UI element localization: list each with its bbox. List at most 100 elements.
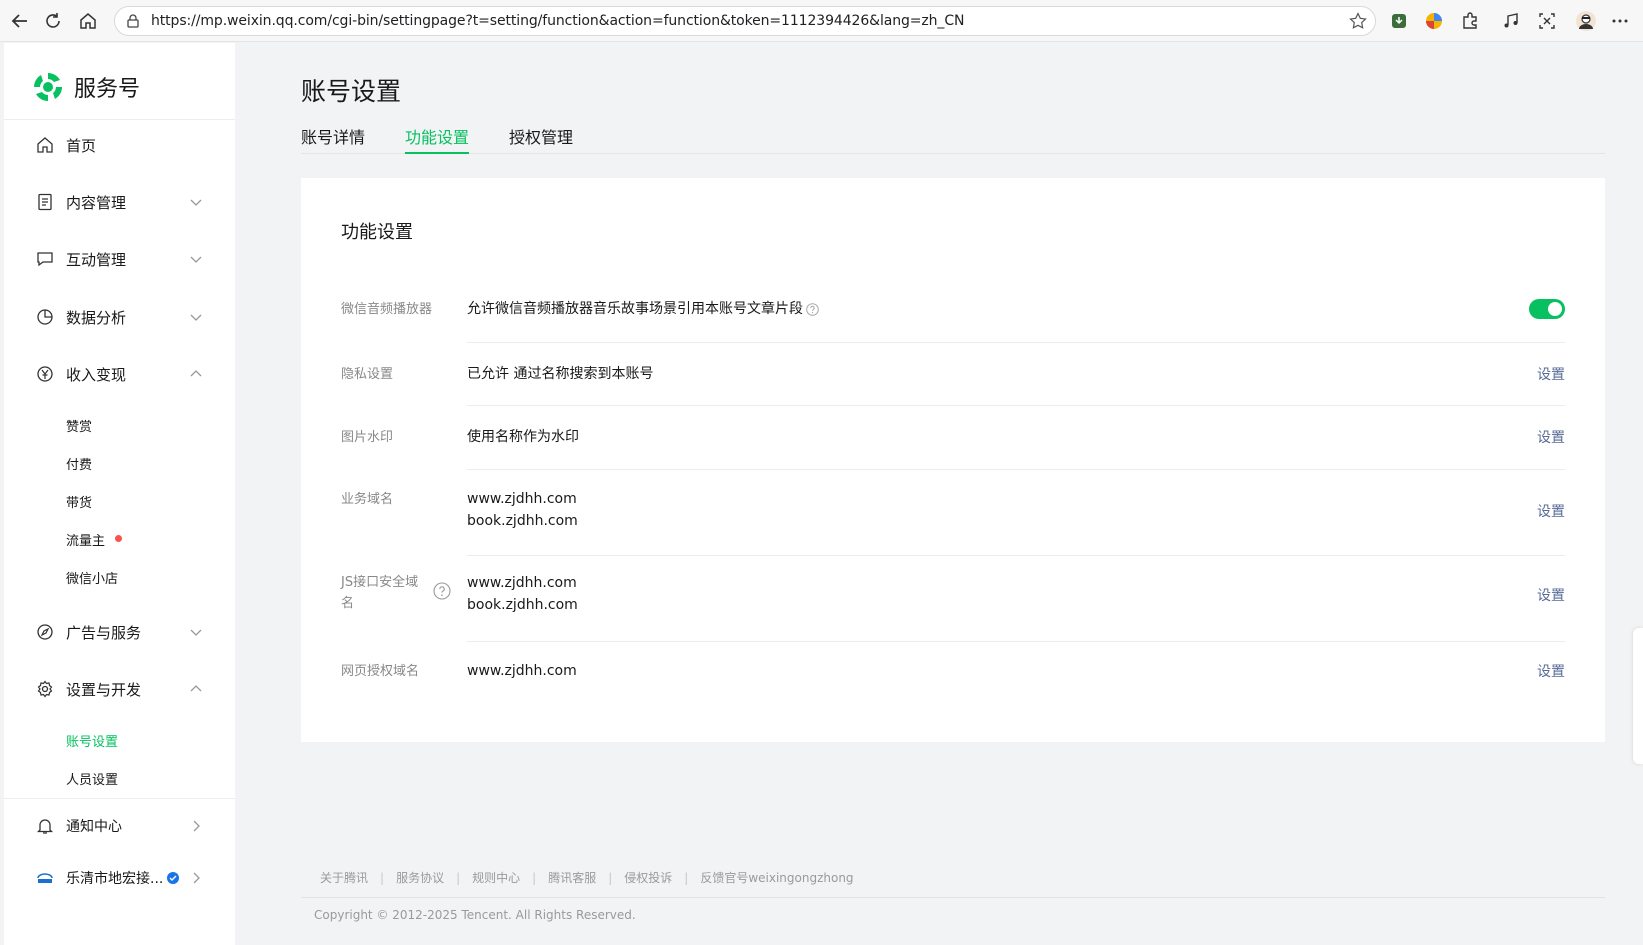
lock-icon[interactable] xyxy=(125,13,141,33)
setting-label: 微信音频播放器 xyxy=(341,302,433,317)
setting-label: 图片水印 xyxy=(341,430,394,445)
account-name: 乐清市地宏接... xyxy=(66,871,164,887)
js-domain-settings-link[interactable]: 设置 xyxy=(1537,585,1565,605)
audio-player-toggle[interactable] xyxy=(1529,299,1565,319)
reload-icon[interactable] xyxy=(41,9,65,33)
chevron-down-icon xyxy=(190,199,202,206)
sidebar-item-label: 内容管理 xyxy=(66,193,127,212)
media-extension-icon[interactable] xyxy=(1499,9,1523,33)
setting-value: 使用名称作为水印 xyxy=(467,429,579,445)
sidebar-item-content[interactable]: 内容管理 xyxy=(4,182,235,222)
help-icon[interactable] xyxy=(806,302,819,316)
browser-toolbar: https://mp.weixin.qq.com/cgi-bin/setting… xyxy=(0,0,1643,42)
sidebar-item-notifications[interactable]: 通知中心 xyxy=(4,806,235,846)
footer-link-agreement[interactable]: 服务协议 xyxy=(396,871,444,885)
sidebar-subitem-traffic-owner[interactable]: 流量主 xyxy=(4,523,235,555)
chevron-down-icon xyxy=(190,629,202,636)
tab-function-settings[interactable]: 功能设置 xyxy=(405,124,470,154)
footer-link-infringement[interactable]: 侵权投诉 xyxy=(624,871,672,885)
chevron-down-icon xyxy=(190,314,202,321)
sidebar-subitem-label: 账号设置 xyxy=(66,734,119,750)
chevron-up-icon xyxy=(190,685,202,692)
home-icon xyxy=(37,137,53,153)
sidebar-subitem-paid[interactable]: 付费 xyxy=(4,447,235,479)
sidebar-item-analytics[interactable]: 数据分析 xyxy=(4,297,235,337)
sidebar-subitem-label: 赞赏 xyxy=(66,419,93,435)
address-bar[interactable]: https://mp.weixin.qq.com/cgi-bin/setting… xyxy=(114,6,1376,36)
copyright: Copyright © 2012-2025 Tencent. All Right… xyxy=(314,908,636,922)
bookmark-star-icon[interactable] xyxy=(1349,12,1367,34)
chevron-down-icon xyxy=(190,256,202,263)
account-logo-icon xyxy=(37,873,53,883)
sidebar-item-settings-dev[interactable]: 设置与开发 xyxy=(4,669,235,709)
sidebar-item-interaction[interactable]: 互动管理 xyxy=(4,239,235,279)
help-icon[interactable] xyxy=(433,582,451,600)
footer-link-support[interactable]: 腾讯客服 xyxy=(548,871,596,885)
notification-dot xyxy=(115,535,122,542)
wechat-service-logo-icon xyxy=(34,73,62,101)
page-title: 账号设置 xyxy=(301,77,402,106)
setting-value-text: 允许微信音频播放器音乐故事场景引用本账号文章片段 xyxy=(467,301,803,317)
tab-authorization[interactable]: 授权管理 xyxy=(509,124,573,154)
sidebar-divider xyxy=(4,119,235,120)
document-icon xyxy=(38,193,52,211)
footer-divider xyxy=(301,897,1605,898)
sidebar-subitem-label: 流量主 xyxy=(66,533,106,549)
setting-row-audio-player: 微信音频播放器 允许微信音频播放器音乐故事场景引用本账号文章片段 xyxy=(341,279,1565,343)
function-settings-card: 功能设置 微信音频播放器 允许微信音频播放器音乐故事场景引用本账号文章片段 隐私… xyxy=(301,178,1605,742)
privacy-settings-link[interactable]: 设置 xyxy=(1537,364,1565,384)
back-icon[interactable] xyxy=(8,9,32,33)
gear-icon xyxy=(37,680,53,698)
setting-row-js-domain: JS接口安全域名 www.zjdhh.com book.zjdhh.com 设置 xyxy=(341,556,1565,642)
pie-chart-icon xyxy=(37,309,53,325)
setting-value: www.zjdhh.com xyxy=(467,663,577,679)
side-float-tab[interactable] xyxy=(1633,628,1643,764)
compass-icon xyxy=(37,624,53,640)
tab-account-details[interactable]: 账号详情 xyxy=(301,124,365,154)
sidebar-item-label: 首页 xyxy=(66,136,97,155)
setting-label: JS接口安全域名 xyxy=(341,575,419,611)
sidebar-item-label: 通知中心 xyxy=(66,819,122,835)
url-text[interactable]: https://mp.weixin.qq.com/cgi-bin/setting… xyxy=(151,13,964,29)
setting-value: www.zjdhh.com xyxy=(467,491,577,507)
sidebar-item-home[interactable]: 首页 xyxy=(4,125,235,165)
bell-icon xyxy=(36,819,54,834)
more-menu-icon[interactable] xyxy=(1608,9,1632,33)
sidebar-subitem-label: 付费 xyxy=(66,457,93,473)
watermark-settings-link[interactable]: 设置 xyxy=(1537,427,1565,447)
setting-label: 网页授权域名 xyxy=(341,664,420,679)
chevron-right-icon xyxy=(193,820,200,832)
sidebar-item-label: 收入变现 xyxy=(66,365,127,384)
sidebar-subitem-appreciation[interactable]: 赞赏 xyxy=(4,409,235,441)
sidebar-subitem-member-settings[interactable]: 人员设置 xyxy=(4,762,235,794)
footer-link-rules[interactable]: 规则中心 xyxy=(472,871,520,885)
sidebar-subitem-commerce[interactable]: 带货 xyxy=(4,485,235,517)
puzzle-extension-icon[interactable] xyxy=(1458,9,1482,33)
footer-link-feedback[interactable]: 反馈官号weixingongzhong xyxy=(700,871,853,885)
card-title: 功能设置 xyxy=(341,222,413,243)
download-extension-icon[interactable] xyxy=(1387,9,1411,33)
setting-value: book.zjdhh.com xyxy=(467,597,578,613)
sidebar-item-label: 广告与服务 xyxy=(66,623,142,642)
sidebar-item-ads-services[interactable]: 广告与服务 xyxy=(4,612,235,652)
sidebar-subitem-account-settings[interactable]: 账号设置 xyxy=(4,724,235,756)
setting-value: 允许微信音频播放器音乐故事场景引用本账号文章片段 xyxy=(467,298,819,320)
chevron-up-icon xyxy=(190,370,202,377)
oauth-domain-settings-link[interactable]: 设置 xyxy=(1537,661,1565,681)
sidebar-subitem-label: 人员设置 xyxy=(66,772,119,788)
sidebar-subitem-wechat-shop[interactable]: 微信小店 xyxy=(4,561,235,593)
profile-avatar-icon[interactable] xyxy=(1574,9,1598,33)
business-domain-settings-link[interactable]: 设置 xyxy=(1537,501,1565,521)
sidebar-item-label: 数据分析 xyxy=(66,308,127,327)
footer-link-about[interactable]: 关于腾讯 xyxy=(320,871,368,885)
sidebar-item-monetization[interactable]: 收入变现 xyxy=(4,354,235,394)
brand[interactable]: 服务号 xyxy=(32,71,140,103)
home-browser-icon[interactable] xyxy=(76,9,100,33)
color-extension-icon[interactable] xyxy=(1422,9,1446,33)
settings-tabs: 账号详情 功能设置 授权管理 xyxy=(301,124,1605,154)
sidebar-account[interactable]: 乐清市地宏接... xyxy=(4,858,235,898)
sidebar-subitem-label: 带货 xyxy=(66,495,93,511)
setting-value: book.zjdhh.com xyxy=(467,513,578,529)
chevron-right-icon xyxy=(193,872,200,884)
screenshot-extension-icon[interactable] xyxy=(1535,9,1559,33)
